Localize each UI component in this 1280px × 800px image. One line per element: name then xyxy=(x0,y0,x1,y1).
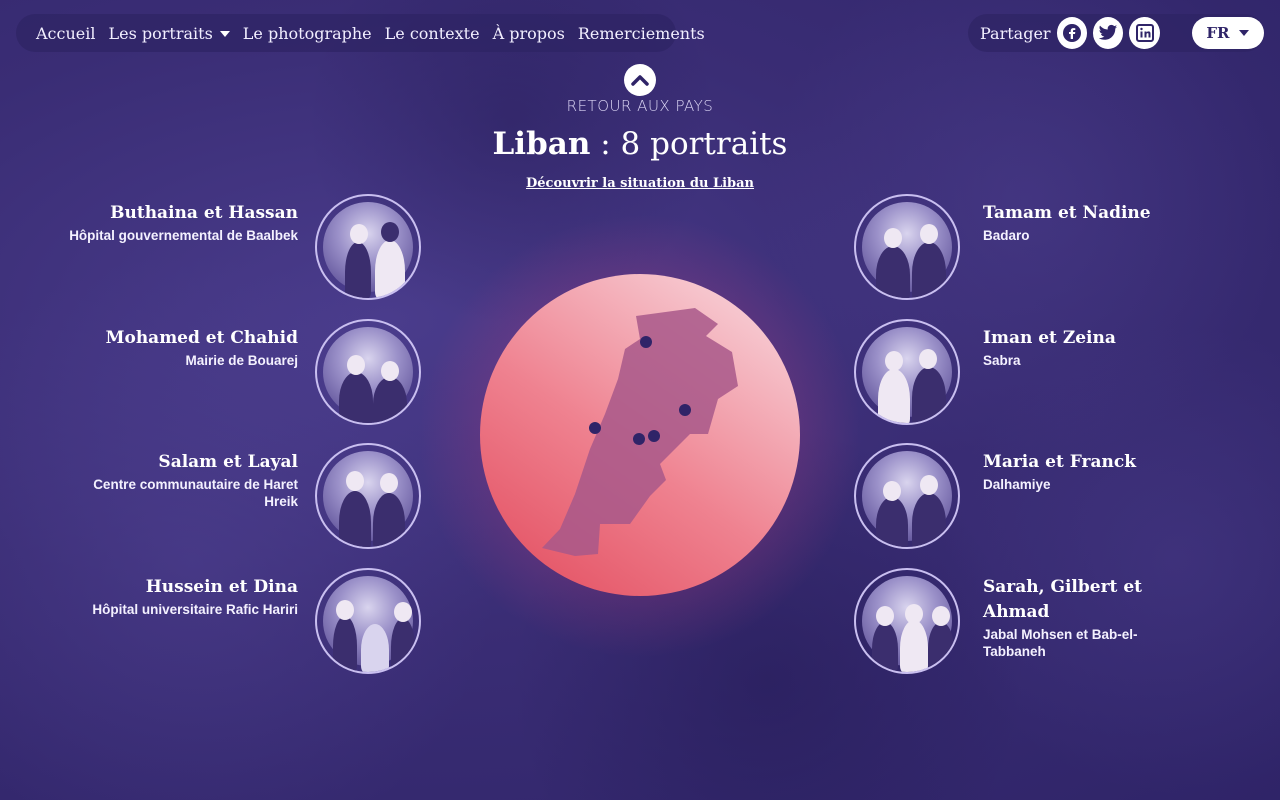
caret-down-icon xyxy=(219,31,230,37)
share-bar: Partager FR xyxy=(968,14,1264,52)
caret-down-icon xyxy=(1239,30,1250,36)
map-marker xyxy=(679,404,691,416)
portrait-name[interactable]: Hussein et Dina xyxy=(146,575,298,600)
portrait-photo[interactable] xyxy=(854,319,960,425)
portrait-place: Hôpital universitaire Rafic Hariri xyxy=(92,602,298,617)
facebook-icon[interactable] xyxy=(1056,17,1087,49)
linkedin-icon[interactable] xyxy=(1129,17,1160,49)
country-name: Liban xyxy=(492,126,591,162)
back-to-countries-link[interactable]: RETOUR AUX PAYS xyxy=(0,97,1280,115)
nav-item-photographe[interactable]: Le photographe xyxy=(243,24,372,43)
map-marker xyxy=(589,422,601,434)
portrait-photo[interactable] xyxy=(854,194,960,300)
portrait-name[interactable]: Mohamed et Chahid xyxy=(106,326,298,351)
portrait-photo[interactable] xyxy=(854,443,960,549)
language-label: FR xyxy=(1206,24,1230,42)
nav-item-remerciements[interactable]: Remerciements xyxy=(578,24,705,43)
portrait-place: Dalhamiye xyxy=(983,477,1051,492)
portrait-name[interactable]: Maria et Franck xyxy=(983,450,1136,475)
map-marker xyxy=(633,433,645,445)
portrait-place: Badaro xyxy=(983,228,1030,243)
portrait-place: Sabra xyxy=(983,353,1021,368)
portrait-place: Jabal Mohsen et Bab-el-Tabbaneh xyxy=(983,627,1138,659)
page-title: Liban : 8 portraits xyxy=(0,126,1280,162)
portrait-place: Hôpital gouvernemental de Baalbek xyxy=(69,228,298,243)
main-nav: Accueil Les portraits Le photographe Le … xyxy=(16,14,705,52)
nav-item-portraits-label: Les portraits xyxy=(108,23,213,43)
share-label: Partager xyxy=(980,23,1051,43)
lebanon-shape xyxy=(542,308,738,556)
discover-country-link[interactable]: Découvrir la situation du Liban xyxy=(0,176,1280,191)
chevron-up-icon[interactable] xyxy=(624,64,656,96)
portrait-photo[interactable] xyxy=(854,568,960,674)
nav-item-portraits[interactable]: Les portraits xyxy=(108,23,230,43)
map-marker xyxy=(648,430,660,442)
portrait-name[interactable]: Iman et Zeina xyxy=(983,326,1116,351)
portrait-name[interactable]: Sarah, Gilbert et Ahmad xyxy=(983,575,1163,625)
portrait-place: Centre communautaire de Haret Hreik xyxy=(93,477,298,509)
portrait-photo[interactable] xyxy=(315,319,421,425)
country-map xyxy=(480,274,800,596)
portrait-place: Mairie de Bouarej xyxy=(185,353,298,368)
portrait-photo[interactable] xyxy=(315,568,421,674)
nav-item-accueil[interactable]: Accueil xyxy=(36,24,95,43)
portrait-name[interactable]: Buthaina et Hassan xyxy=(110,201,298,226)
nav-item-apropos[interactable]: À propos xyxy=(493,24,565,43)
language-selector[interactable]: FR xyxy=(1191,17,1264,49)
twitter-icon[interactable] xyxy=(1092,17,1124,49)
portrait-photo[interactable] xyxy=(315,194,421,300)
nav-item-contexte[interactable]: Le contexte xyxy=(385,24,480,43)
portrait-name[interactable]: Salam et Layal xyxy=(158,450,298,475)
portrait-count: : 8 portraits xyxy=(590,126,788,162)
portrait-photo[interactable] xyxy=(315,443,421,549)
portrait-name[interactable]: Tamam et Nadine xyxy=(983,201,1151,226)
map-marker xyxy=(640,336,652,348)
